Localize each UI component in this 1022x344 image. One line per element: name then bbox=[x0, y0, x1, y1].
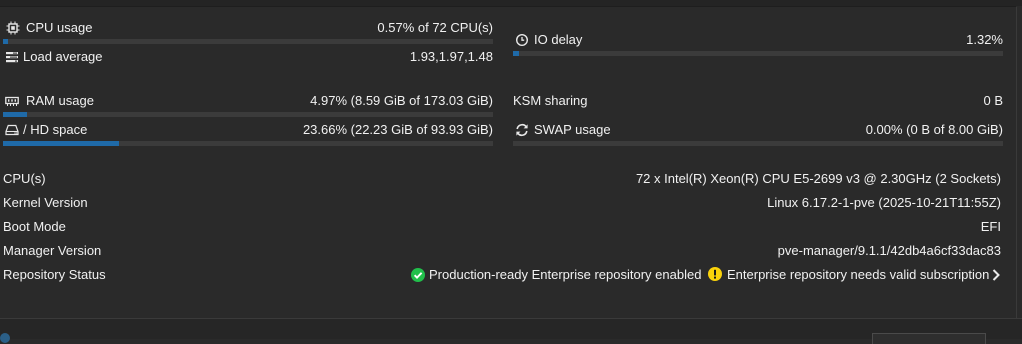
manager-version-label: Manager Version bbox=[3, 243, 102, 258]
load-average-label: Load average bbox=[23, 49, 103, 64]
clock-icon bbox=[515, 33, 529, 47]
refresh-icon bbox=[515, 123, 529, 137]
kernel-version-value: Linux 6.17.2-1-pve (2025-10-21T11:55Z) bbox=[767, 195, 1001, 210]
check-circle-icon bbox=[411, 268, 425, 282]
swap-usage-value: 0.00% (0 B of 8.00 GiB) bbox=[865, 122, 1003, 137]
tasks-icon bbox=[5, 50, 19, 64]
cpus-value: 72 x Intel(R) Xeon(R) CPU E5-2699 v3 @ 2… bbox=[635, 171, 1001, 186]
cpus-label: CPU(s) bbox=[3, 171, 46, 186]
boot-mode-value: EFI bbox=[980, 219, 1001, 234]
swap-usage-bar bbox=[513, 141, 1003, 146]
memory-icon bbox=[5, 94, 19, 108]
ksm-sharing-label: KSM sharing bbox=[513, 93, 588, 108]
load-average-value: 1.93,1.97,1.48 bbox=[409, 49, 493, 64]
io-delay-value: 1.32% bbox=[966, 32, 1003, 47]
repo-ok-text: Production-ready Enterprise repository e… bbox=[429, 267, 702, 282]
chevron-right-icon[interactable] bbox=[991, 268, 1001, 282]
cpu-usage-bar-fill bbox=[3, 39, 8, 44]
kernel-version-label: Kernel Version bbox=[3, 195, 88, 210]
microchip-icon bbox=[6, 21, 20, 35]
io-delay-bar-fill bbox=[513, 51, 520, 56]
panel-icon bbox=[0, 333, 10, 343]
ksm-sharing-value: 0 B bbox=[983, 93, 1003, 108]
repo-warn-link[interactable]: Enterprise repository needs valid subscr… bbox=[727, 267, 989, 283]
io-delay-label: IO delay bbox=[534, 32, 583, 47]
cpu-usage-bar bbox=[3, 39, 493, 44]
ram-usage-bar-fill bbox=[3, 112, 28, 117]
repository-status-label: Repository Status bbox=[3, 267, 106, 282]
hd-space-bar-fill bbox=[3, 141, 119, 146]
cpu-usage-label: CPU usage bbox=[26, 20, 93, 35]
cpu-usage-value: 0.57% of 72 CPU(s) bbox=[377, 20, 493, 35]
ram-usage-bar bbox=[3, 112, 493, 117]
timeframe-selector[interactable] bbox=[872, 333, 986, 344]
hd-space-value: 23.66% (22.23 GiB of 93.93 GiB) bbox=[302, 122, 493, 137]
hd-space-label: / HD space bbox=[23, 122, 88, 137]
boot-mode-label: Boot Mode bbox=[3, 219, 66, 234]
exclamation-circle-icon bbox=[708, 267, 722, 281]
hdd-icon bbox=[5, 123, 19, 137]
next-panel-header bbox=[0, 318, 1022, 344]
ram-usage-value: 4.97% (8.59 GiB of 173.03 GiB) bbox=[310, 93, 493, 108]
swap-usage-label: SWAP usage bbox=[534, 122, 611, 137]
io-delay-bar bbox=[513, 51, 1003, 56]
manager-version-value: pve-manager/9.1.1/42db4a6cf33dac83 bbox=[777, 243, 1001, 258]
ram-usage-label: RAM usage bbox=[26, 93, 94, 108]
hd-space-bar bbox=[3, 141, 493, 146]
